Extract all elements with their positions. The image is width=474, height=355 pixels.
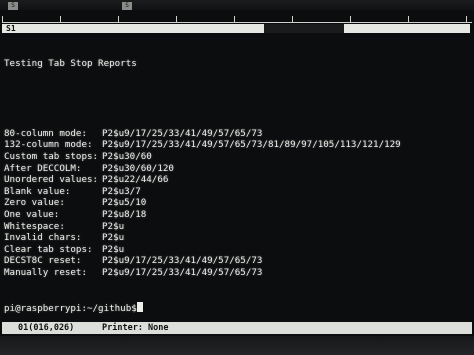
ruler-tick <box>60 16 61 22</box>
report-label: After DECCOLM: <box>4 162 82 174</box>
ruler-tick <box>466 16 467 22</box>
report-lines: 80-column mode: P2$u9/17/25/33/41/49/57/6… <box>4 128 470 279</box>
report-line: Invalid chars: P2$u <box>4 232 470 244</box>
report-label: Whitespace: <box>4 220 65 232</box>
report-value: P2$u30/60 <box>102 150 152 162</box>
report-label: Custom tab stops: <box>4 150 99 162</box>
text-cursor <box>136 301 143 312</box>
status-line-gap <box>264 24 344 33</box>
shell-prompt: pi@raspberrypi:~/github$ <box>4 301 470 314</box>
tab-stop-ruler <box>2 14 472 23</box>
terminal-output[interactable]: Testing Tab Stop Reports 80-column mode:… <box>4 35 470 315</box>
report-value: P2$u <box>102 232 125 244</box>
report-label: One value: <box>4 208 60 220</box>
report-value: P2$u <box>102 220 125 232</box>
ruler-tick <box>350 16 351 22</box>
report-label: DECST8C reset: <box>4 255 82 267</box>
report-label: Clear tab stops: <box>4 243 93 255</box>
report-line: 80-column mode: P2$u9/17/25/33/41/49/57/6… <box>4 128 470 140</box>
prompt-text: pi@raspberrypi:~/github$ <box>4 302 137 314</box>
report-label: Invalid chars: <box>4 232 82 244</box>
report-value: P2$u5/10 <box>102 197 147 209</box>
report-line: After DECCOLM: P2$u30/60/120 <box>4 163 470 175</box>
ruler-tick <box>176 16 177 22</box>
report-label: Manually reset: <box>4 266 87 278</box>
report-line: Manually reset: P2$u9/17/25/33/41/49/57/6… <box>4 267 470 279</box>
report-line: Zero value: P2$u5/10 <box>4 197 470 209</box>
session-marker: S1 <box>6 24 16 33</box>
bottom-status-bar: 01(016,026) Printer: None <box>2 322 472 334</box>
report-label: 80-column mode: <box>4 127 87 139</box>
report-line: DECST8C reset: P2$u9/17/25/33/41/49/57/65… <box>4 255 470 267</box>
report-value: P2$u9/17/25/33/41/49/57/65/73/81/89/97/1… <box>102 139 401 151</box>
corner-marker-center: S <box>122 2 132 10</box>
ruler-tick <box>292 16 293 22</box>
monitor-bezel-bottom <box>0 336 474 355</box>
report-value: P2$u9/17/25/33/41/49/57/65/73 <box>102 127 263 139</box>
ruler-tick <box>2 16 3 22</box>
report-value: P2$u3/7 <box>102 185 141 197</box>
report-label: Unordered values: <box>4 174 99 186</box>
report-value: P2$u30/60/120 <box>102 162 174 174</box>
report-line: Clear tab stops: P2$u <box>4 244 470 256</box>
report-value: P2$u9/17/25/33/41/49/57/65/73 <box>102 266 263 278</box>
report-label: 132-column mode: <box>4 139 93 151</box>
report-value: P2$u8/18 <box>102 208 147 220</box>
report-line: 132-column mode: P2$u9/17/25/33/41/49/57/… <box>4 139 470 151</box>
report-line: Whitespace: P2$u <box>4 221 470 233</box>
cursor-position-indicator: 01(016,026) <box>18 323 75 333</box>
report-line: Custom tab stops: P2$u30/60 <box>4 151 470 163</box>
report-value: P2$u <box>102 243 125 255</box>
printer-status: Printer: None <box>102 323 169 333</box>
corner-marker-left: S <box>8 2 18 10</box>
report-value: P2$u9/17/25/33/41/49/57/65/73 <box>102 255 263 267</box>
report-value: P2$u22/44/66 <box>102 174 169 186</box>
report-label: Blank value: <box>4 185 71 197</box>
ruler-tick <box>408 16 409 22</box>
report-label: Zero value: <box>4 197 65 209</box>
ruler-tick <box>234 16 235 22</box>
monitor-bezel-top: S S <box>0 0 474 10</box>
report-line: Unordered values: P2$u22/44/66 <box>4 174 470 186</box>
report-heading: Testing Tab Stop Reports <box>4 58 137 70</box>
report-line: One value: P2$u8/18 <box>4 209 470 221</box>
top-status-line: S1 <box>2 24 470 33</box>
ruler-tick <box>118 16 119 22</box>
report-line: Blank value: P2$u3/7 <box>4 186 470 198</box>
